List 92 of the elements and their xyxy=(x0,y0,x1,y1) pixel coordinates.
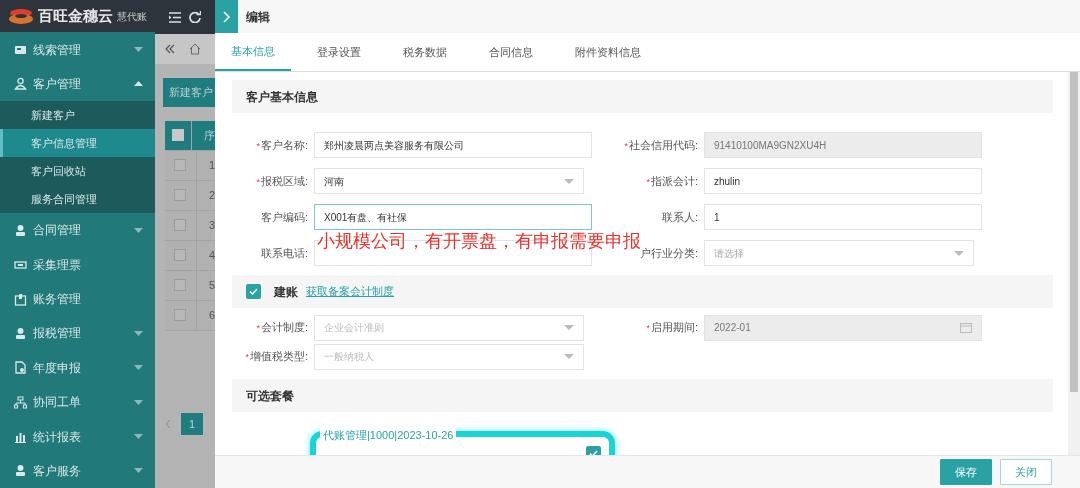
product-name: 慧代账 xyxy=(117,9,147,24)
sidebar-item[interactable]: 报税管理 xyxy=(0,316,155,351)
submenu-item[interactable]: 客户回收站 xyxy=(0,157,155,186)
scrollbar[interactable] xyxy=(1068,72,1080,455)
section-header: 客户基本信息 xyxy=(232,80,1053,113)
refresh-icon[interactable] xyxy=(189,11,201,23)
check-icon xyxy=(249,288,258,295)
field-label: 报税区域: xyxy=(260,174,308,187)
field-label: 联系人: xyxy=(661,210,698,223)
table-cell-text: 4 xyxy=(207,247,215,263)
field-label: 联系电话: xyxy=(260,246,308,259)
tab[interactable]: 登录设置 xyxy=(301,33,377,71)
checkbox[interactable] xyxy=(174,159,187,171)
box-icon xyxy=(14,292,27,306)
chevron-left-icon[interactable] xyxy=(165,418,171,429)
bar-chart-icon xyxy=(14,430,27,443)
required-mark: * xyxy=(624,140,628,151)
required-mark: * xyxy=(646,176,650,187)
field-label: 指派会计: xyxy=(650,174,698,187)
close-button[interactable]: 关闭 xyxy=(1000,458,1052,486)
person-icon xyxy=(14,223,27,237)
sidebar-item[interactable]: 合同管理 xyxy=(0,213,155,248)
tab[interactable]: 税务数据 xyxy=(387,33,463,71)
table-cell-text: 5 xyxy=(207,277,215,293)
table-cell-text: 2 xyxy=(207,187,215,203)
dropdown[interactable]: 请选择 xyxy=(704,240,974,266)
required-mark: * xyxy=(646,323,650,334)
column-header: 序 xyxy=(203,127,215,143)
annotation-text: 小规模公司，有开票盘，有申报需要申报 xyxy=(317,231,641,253)
collapse-button[interactable] xyxy=(215,0,238,33)
user-icon xyxy=(14,77,27,91)
field-label: 客户名称: xyxy=(260,138,308,151)
dropdown[interactable]: 河南 xyxy=(314,168,584,194)
sidebar-item[interactable]: 年度申报 xyxy=(0,350,155,385)
table-cell-text: 6 xyxy=(207,307,215,323)
checkbox[interactable] xyxy=(174,219,187,231)
checkbox[interactable] xyxy=(174,249,187,261)
page-button[interactable]: 1 xyxy=(181,412,204,435)
table-cell-text: 1 xyxy=(207,157,215,173)
tab[interactable]: 附件资料信息 xyxy=(559,33,657,71)
submenu-item[interactable]: 客户信息管理 xyxy=(0,129,155,158)
tab[interactable]: 合同信息 xyxy=(473,33,549,71)
link[interactable]: 获取备案会计制度 xyxy=(306,283,394,300)
checkbox[interactable] xyxy=(246,284,261,299)
card-icon xyxy=(14,43,27,57)
new-customer-button[interactable]: 新建客户 xyxy=(163,78,215,107)
field-label: 会计制度: xyxy=(260,321,308,334)
person-icon xyxy=(14,326,27,340)
double-chevron-left-icon[interactable] xyxy=(165,44,175,54)
calendar-icon xyxy=(960,322,972,333)
required-mark: * xyxy=(256,140,260,151)
field-label: 社会信用代码: xyxy=(628,138,698,151)
sidebar-item[interactable]: 协同工单 xyxy=(0,384,155,420)
app-name: 百旺金穗云 xyxy=(38,5,113,26)
home-icon[interactable] xyxy=(189,43,201,55)
checkbox[interactable] xyxy=(174,279,187,291)
field-label: 客户编码: xyxy=(260,210,308,223)
input-field[interactable]: 郑州凌晨两点美容服务有限公司 xyxy=(314,132,592,158)
input-field[interactable]: 1 xyxy=(704,204,982,230)
sidebar-item[interactable]: 客户服务 xyxy=(0,453,155,488)
table-cell-text: 3 xyxy=(207,217,215,233)
hierarchy-icon xyxy=(14,395,27,409)
required-mark: * xyxy=(245,352,249,363)
section-header: 可选套餐 xyxy=(232,379,1053,412)
field-label: 启用期间: xyxy=(650,321,698,334)
dialog-title: 编辑 xyxy=(245,8,270,26)
field-label: 户行业分类: xyxy=(639,246,698,259)
person-icon xyxy=(14,464,27,478)
sidebar-item[interactable]: 统计报表 xyxy=(0,419,155,454)
save-button[interactable]: 保存 xyxy=(940,458,992,486)
sidebar-item[interactable]: 线索管理 xyxy=(0,32,155,67)
ticket-icon xyxy=(14,258,27,272)
chevron-right-icon xyxy=(222,10,231,23)
field-label: 增值税类型: xyxy=(249,350,308,363)
submenu-item[interactable]: 服务合同管理 xyxy=(0,185,155,214)
sidebar-item[interactable]: 客户管理 xyxy=(0,66,155,102)
required-mark: * xyxy=(256,323,260,334)
checkbox[interactable] xyxy=(174,309,187,321)
logo-icon xyxy=(8,7,34,26)
checkbox[interactable] xyxy=(174,189,187,201)
sidebar-item[interactable]: 采集理票 xyxy=(0,247,155,282)
checkbox[interactable] xyxy=(172,129,184,141)
input-field[interactable]: zhulin xyxy=(704,168,982,194)
document-icon xyxy=(14,361,27,375)
section-title: 建账 xyxy=(274,283,298,301)
tab[interactable]: 基本信息 xyxy=(215,33,291,71)
required-mark: * xyxy=(256,176,260,187)
submenu-item[interactable]: 新建客户 xyxy=(0,101,155,130)
input-field[interactable]: X001有盘、有社保 xyxy=(314,204,592,230)
package-label: 代账管理|1000|2023-10-26 xyxy=(320,427,457,444)
sidebar-item[interactable]: 账务管理 xyxy=(0,281,155,317)
menu-icon[interactable] xyxy=(169,11,181,23)
